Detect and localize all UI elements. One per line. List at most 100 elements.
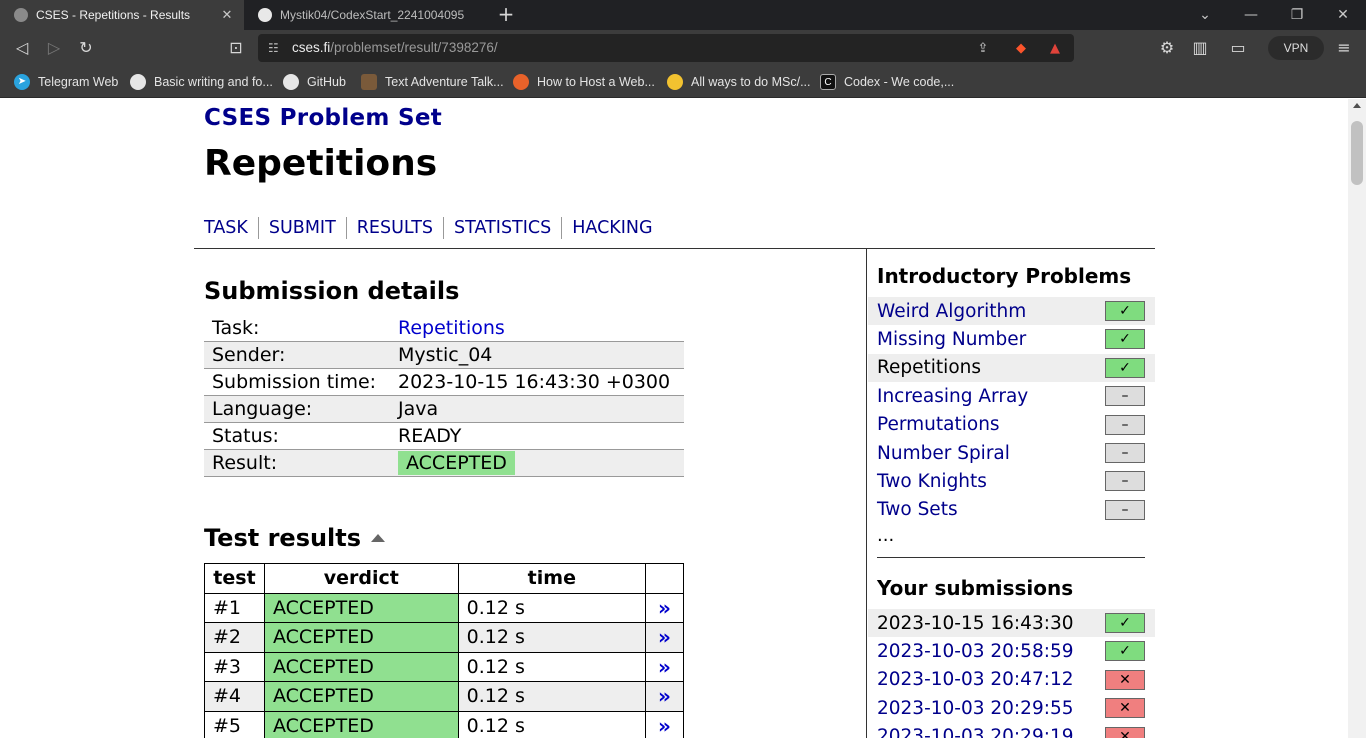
minimize-button[interactable]: — [1228,0,1274,30]
wallet-icon[interactable]: ▭ [1226,36,1250,60]
github-icon [130,74,146,90]
view-test-icon[interactable]: » [645,710,684,738]
nav-hacking[interactable]: HACKING [561,217,662,239]
bookmark-basic-writing[interactable]: Basic writing and fo... [130,72,273,92]
submission-details-heading: Submission details [204,277,460,305]
scrollbar-thumb[interactable] [1351,121,1363,185]
bookmark-label: Text Adventure Talk... [385,75,504,89]
bookmark-github[interactable]: GitHub [283,72,346,92]
list-item[interactable]: Two Sets – [868,496,1155,524]
submission-link[interactable]: 2023-10-03 20:58:59 [877,641,1073,662]
bookmark-label: GitHub [307,75,346,89]
menu-icon[interactable]: ≡ [1332,36,1356,60]
list-item[interactable]: Increasing Array – [868,382,1155,410]
list-item[interactable]: 2023-10-03 20:58:59 ✓ [868,637,1155,665]
extensions-icon[interactable]: ⚙ [1155,36,1179,60]
list-item[interactable]: 2023-10-03 20:47:12 ✕ [868,666,1155,694]
back-button[interactable]: ◁ [10,36,34,60]
restore-button[interactable]: ❐ [1274,0,1320,30]
bookmark-msc[interactable]: All ways to do MSc/... [667,72,810,92]
submission-link[interactable]: 2023-10-03 20:29:19 [877,726,1073,738]
bookmark-label: Codex - We code,... [844,75,955,89]
list-item[interactable]: 2023-10-03 20:29:55 ✕ [868,694,1155,722]
list-item[interactable]: Weird Algorithm ✓ [868,297,1155,326]
forward-button[interactable]: ▷ [42,36,66,60]
view-test-icon[interactable]: » [645,592,684,623]
github-icon [283,74,299,90]
submission-link[interactable]: 2023-10-03 20:47:12 [877,669,1073,690]
test-results-table: test verdict time #1 ACCEPTED 0.12 s » #… [204,563,684,738]
list-item[interactable]: 2023-10-03 20:29:19 ✕ [868,723,1155,738]
test-number: #3 [204,651,265,682]
nav-task[interactable]: TASK [204,217,258,239]
list-item[interactable]: Missing Number ✓ [868,325,1155,353]
tab-title: Mystik04/CodexStart_2241004095 [280,8,465,22]
scroll-up-icon[interactable] [1353,103,1361,108]
bookmark-host-web[interactable]: How to Host a Web... [513,72,655,92]
rejected-cross-icon: ✕ [1105,698,1145,719]
problem-link[interactable]: Missing Number [877,329,1026,350]
unsolved-dash-icon: – [1105,499,1145,520]
address-bar[interactable]: ☷ cses.fi/problemset/result/7398276/ ⇪ ◆… [258,34,1074,62]
vpn-button[interactable]: VPN [1268,36,1324,60]
site-info-icon[interactable]: ☷ [268,40,284,56]
column-header-verdict: verdict [263,563,459,594]
problem-link[interactable]: Two Sets [877,499,958,520]
bookmark-text-adventure[interactable]: Text Adventure Talk... [361,72,504,92]
list-item[interactable]: Permutations – [868,411,1155,439]
url-text[interactable]: cses.fi/problemset/result/7398276/ [292,40,498,55]
test-time: 0.12 s [457,710,647,738]
status-badge: ACCEPTED [398,451,515,475]
test-results-title: Test results [204,524,362,552]
test-time: 0.12 s [457,651,647,682]
column-header-details [645,563,684,594]
page-scrollbar[interactable] [1348,99,1366,738]
test-results-heading[interactable]: Test results [204,524,386,552]
task-link[interactable]: Repetitions [398,317,505,339]
nav-submit[interactable]: SUBMIT [257,217,346,239]
new-tab-button[interactable]: + [495,3,517,25]
site-title[interactable]: CSES Problem Set [204,105,442,131]
detail-row-result: Result: ACCEPTED [204,449,684,477]
brave-rewards-icon[interactable]: ▲ [1046,40,1064,58]
tab-github-repo[interactable]: Mystik04/CodexStart_2241004095 [244,0,474,30]
list-item[interactable]: Number Spiral – [868,439,1155,467]
solved-check-icon: ✓ [1105,301,1145,321]
test-number: #1 [204,592,265,623]
detail-value: Mystic_04 [390,341,684,369]
bookmark-label: How to Host a Web... [537,75,655,89]
table-header: test verdict time [204,563,684,594]
test-number: #5 [204,710,265,738]
more-problems-link[interactable]: ... [877,525,894,546]
problem-link[interactable]: Two Knights [877,471,987,492]
list-item-current: Repetitions ✓ [868,353,1155,383]
view-test-icon[interactable]: » [645,681,684,712]
problem-link[interactable]: Increasing Array [877,386,1028,407]
submission-link[interactable]: 2023-10-03 20:29:55 [877,698,1073,719]
share-icon[interactable]: ⇪ [974,40,992,58]
nav-statistics[interactable]: STATISTICS [443,217,561,239]
solved-check-icon: ✓ [1105,357,1145,378]
brave-shields-icon[interactable]: ◆ [1012,40,1030,58]
close-icon[interactable]: ✕ [218,7,236,23]
tab-title: CSES - Repetitions - Results [36,8,191,22]
problem-link[interactable]: Weird Algorithm [877,301,1026,322]
view-test-icon[interactable]: » [645,651,684,682]
collapse-triangle-icon[interactable] [371,534,386,542]
window-close-button[interactable]: ✕ [1320,0,1366,30]
view-test-icon[interactable]: » [645,622,684,653]
sidebar-toggle-icon[interactable]: ▥ [1188,36,1212,60]
bookmark-telegram[interactable]: ➤ Telegram Web [14,72,118,92]
browser-tab-bar: CSES - Repetitions - Results ✕ Mystik04/… [0,0,1366,30]
tab-search-icon[interactable]: ⌄ [1182,0,1228,30]
bookmark-icon[interactable]: ⊡ [224,36,248,60]
bookmark-codex[interactable]: C Codex - We code,... [820,72,954,92]
problem-link[interactable]: Permutations [877,414,1000,435]
reload-button[interactable]: ↻ [74,36,98,60]
unsolved-dash-icon: – [1105,442,1145,463]
tab-cses-results[interactable]: CSES - Repetitions - Results ✕ [0,0,244,30]
column-header-test: test [204,563,265,594]
problem-link[interactable]: Number Spiral [877,443,1010,464]
list-item[interactable]: Two Knights – [868,467,1155,495]
nav-results[interactable]: RESULTS [345,217,443,239]
